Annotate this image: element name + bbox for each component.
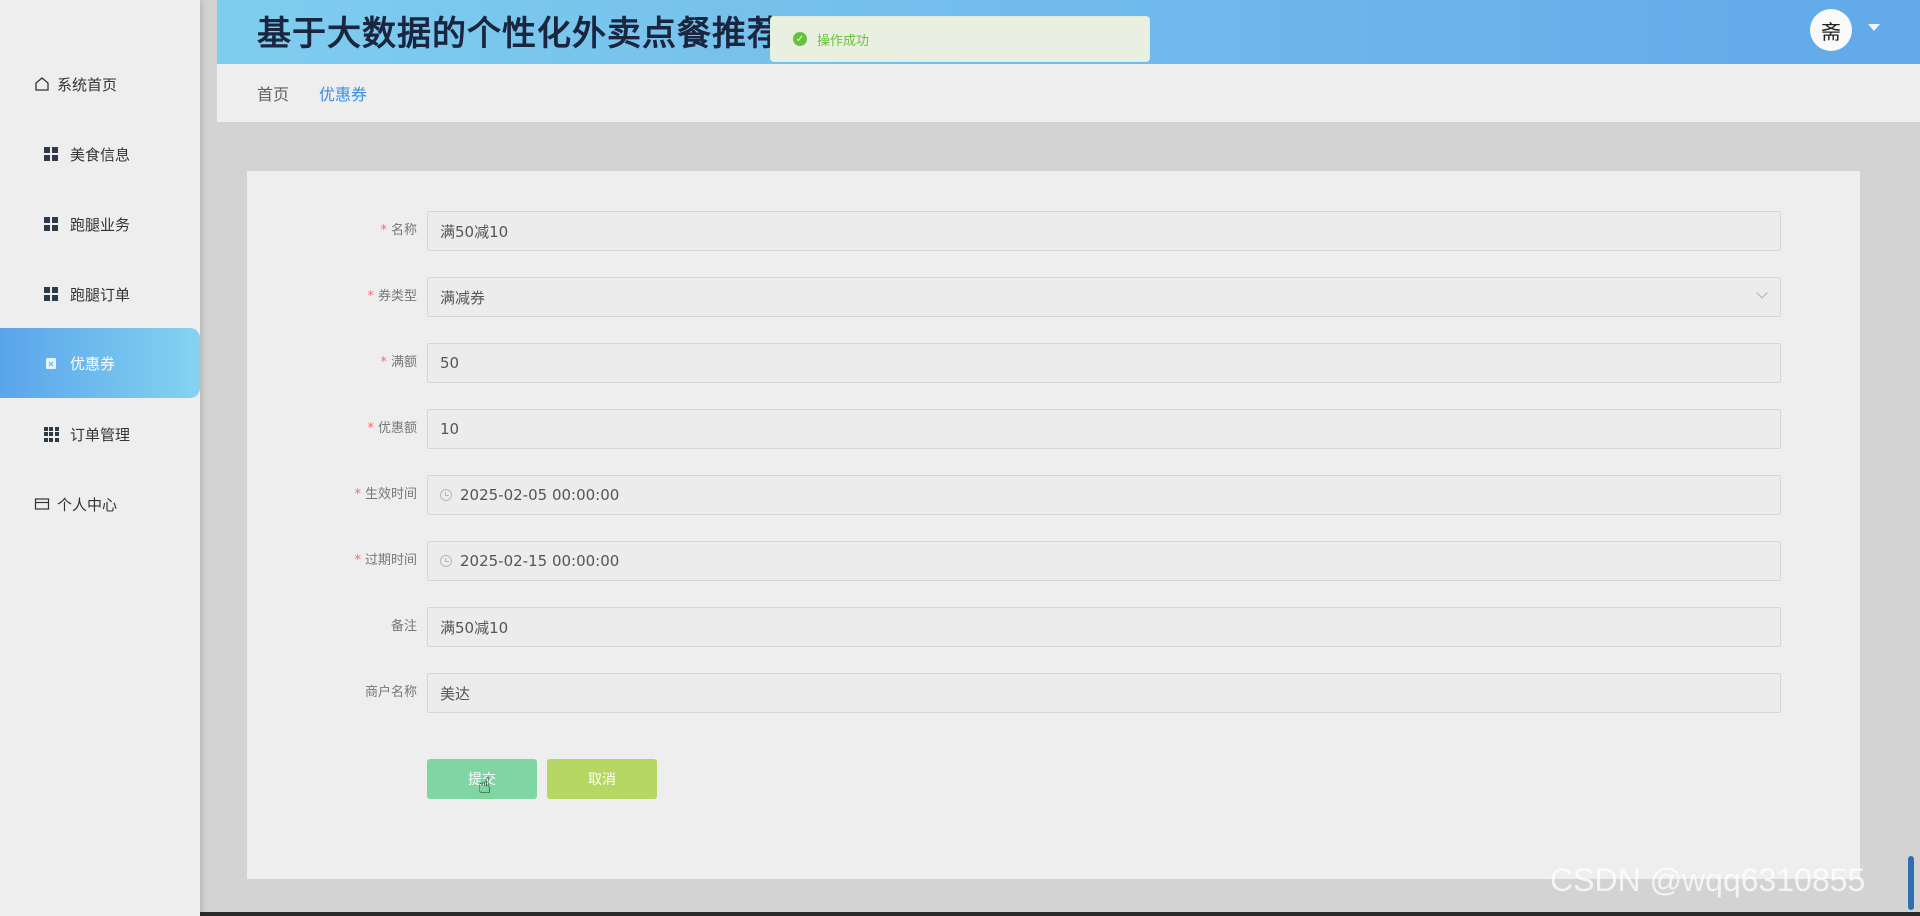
form-row-expire-time: * 过期时间 2025-02-15 00:00:00 bbox=[247, 541, 1860, 581]
merchant-name-input[interactable]: 美达 bbox=[427, 673, 1781, 713]
success-toast: ✓ 操作成功 bbox=[770, 16, 1150, 62]
form-row-threshold: * 满额 50 bbox=[247, 343, 1860, 383]
grid-icon bbox=[42, 215, 60, 233]
field-label: * 名称 bbox=[380, 223, 417, 238]
sidebar-item-label: 跑腿订单 bbox=[70, 285, 131, 304]
sidebar: 系统首页 美食信息 跑腿业务 跑腿订单 优惠券 订单管理 个人中心 bbox=[0, 0, 200, 916]
field-label: * 券类型 bbox=[367, 289, 417, 304]
clock-icon bbox=[440, 555, 452, 567]
hand-cursor-icon: ☝ bbox=[478, 774, 492, 799]
sidebar-item-personal-center[interactable]: 个人中心 bbox=[0, 469, 200, 539]
form-row-remark: 备注 满50减10 bbox=[247, 607, 1860, 647]
cancel-button[interactable]: 取消 bbox=[547, 759, 657, 799]
sidebar-item-errand-orders[interactable]: 跑腿订单 bbox=[0, 259, 200, 329]
grid-icon bbox=[42, 285, 60, 303]
sidebar-item-label: 优惠券 bbox=[70, 354, 116, 373]
taskbar-strip bbox=[0, 912, 1920, 916]
chevron-down-icon[interactable] bbox=[1868, 24, 1880, 31]
sidebar-item-label: 订单管理 bbox=[70, 425, 131, 444]
expire-time-picker[interactable]: 2025-02-15 00:00:00 bbox=[427, 541, 1781, 581]
sidebar-item-label: 跑腿业务 bbox=[70, 215, 131, 234]
field-label: 备注 bbox=[390, 619, 417, 634]
form-row-discount: * 优惠额 10 bbox=[247, 409, 1860, 449]
start-time-picker[interactable]: 2025-02-05 00:00:00 bbox=[427, 475, 1781, 515]
field-label: * 优惠额 bbox=[367, 421, 417, 436]
coupon-icon bbox=[42, 354, 60, 372]
breadcrumb: 首页 优惠券 bbox=[217, 64, 1920, 122]
field-label: * 过期时间 bbox=[354, 553, 417, 568]
sidebar-item-food-info[interactable]: 美食信息 bbox=[0, 119, 200, 189]
field-label: * 满额 bbox=[380, 355, 417, 370]
grid9-icon bbox=[42, 425, 60, 443]
success-check-icon: ✓ bbox=[793, 32, 807, 46]
sidebar-item-label: 个人中心 bbox=[57, 495, 118, 514]
threshold-input[interactable]: 50 bbox=[427, 343, 1781, 383]
sidebar-item-order-management[interactable]: 订单管理 bbox=[0, 399, 200, 469]
chevron-down-icon bbox=[1756, 287, 1768, 299]
coupon-form: * 名称 满50减10 * 券类型 满减券 * 满额 50 * 优惠额 10 * 生效时间… bbox=[247, 171, 1860, 879]
clock-icon bbox=[440, 489, 452, 501]
grid-icon bbox=[42, 145, 60, 163]
sidebar-item-coupons[interactable]: 优惠券 bbox=[0, 328, 200, 398]
field-label: 商户名称 bbox=[364, 685, 417, 700]
name-input[interactable]: 满50减10 bbox=[427, 211, 1781, 251]
toast-message: 操作成功 bbox=[817, 33, 870, 49]
sidebar-item-label: 系统首页 bbox=[57, 75, 118, 94]
form-row-name: * 名称 满50减10 bbox=[247, 211, 1860, 251]
avatar[interactable]: 斋 bbox=[1810, 9, 1852, 51]
breadcrumb-current: 优惠券 bbox=[319, 85, 368, 104]
sidebar-item-errand-business[interactable]: 跑腿业务 bbox=[0, 189, 200, 259]
watermark: CSDN @wqq6310855 bbox=[1550, 862, 1866, 898]
sidebar-item-home[interactable]: 系统首页 bbox=[0, 49, 200, 119]
coupon-type-select[interactable]: 满减券 bbox=[427, 277, 1781, 317]
discount-input[interactable]: 10 bbox=[427, 409, 1781, 449]
sidebar-item-label: 美食信息 bbox=[70, 145, 131, 164]
breadcrumb-home[interactable]: 首页 bbox=[257, 81, 289, 105]
field-label: * 生效时间 bbox=[354, 487, 417, 502]
page-title: 基于大数据的个性化外卖点餐推荐 bbox=[257, 14, 782, 54]
home-icon bbox=[33, 75, 51, 93]
remark-input[interactable]: 满50减10 bbox=[427, 607, 1781, 647]
form-row-coupon-type: * 券类型 满减券 bbox=[247, 277, 1860, 317]
form-row-start-time: * 生效时间 2025-02-05 00:00:00 bbox=[247, 475, 1860, 515]
card-icon bbox=[33, 495, 51, 513]
thermometer-icon bbox=[1908, 856, 1914, 910]
form-row-merchant-name: 商户名称 美达 bbox=[247, 673, 1860, 713]
